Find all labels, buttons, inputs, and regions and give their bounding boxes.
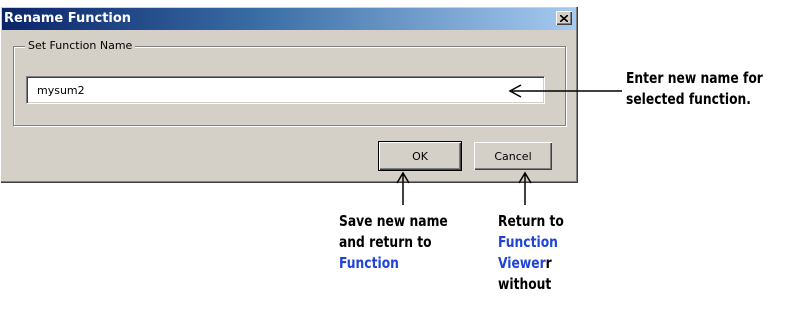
save-arrow [396, 171, 410, 205]
enter-name-annotation: Enter new name for selected function. [626, 68, 763, 110]
return-annotation-line3-rest: r [545, 254, 552, 272]
save-annotation-line1: Save new name [339, 212, 448, 230]
function-link[interactable]: Function [339, 253, 448, 274]
save-annotation: Save new name and return to Function [339, 211, 448, 274]
enter-annotation-line2: selected function. [626, 90, 751, 108]
return-annotation-line4: without [498, 275, 552, 293]
return-arrow [518, 171, 532, 205]
function-viewer-link-part1[interactable]: Function [498, 232, 564, 253]
return-annotation-line3: Viewerr [498, 253, 564, 274]
save-annotation-line2: and return to [339, 233, 432, 251]
function-viewer-link-part2[interactable]: Viewer [498, 254, 546, 272]
enter-annotation-line1: Enter new name for [626, 69, 763, 87]
enter-arrow [508, 84, 622, 98]
annotation-arrows [396, 84, 622, 205]
return-annotation: Return to Function Viewerr without [498, 211, 564, 295]
return-annotation-line1: Return to [498, 212, 564, 230]
